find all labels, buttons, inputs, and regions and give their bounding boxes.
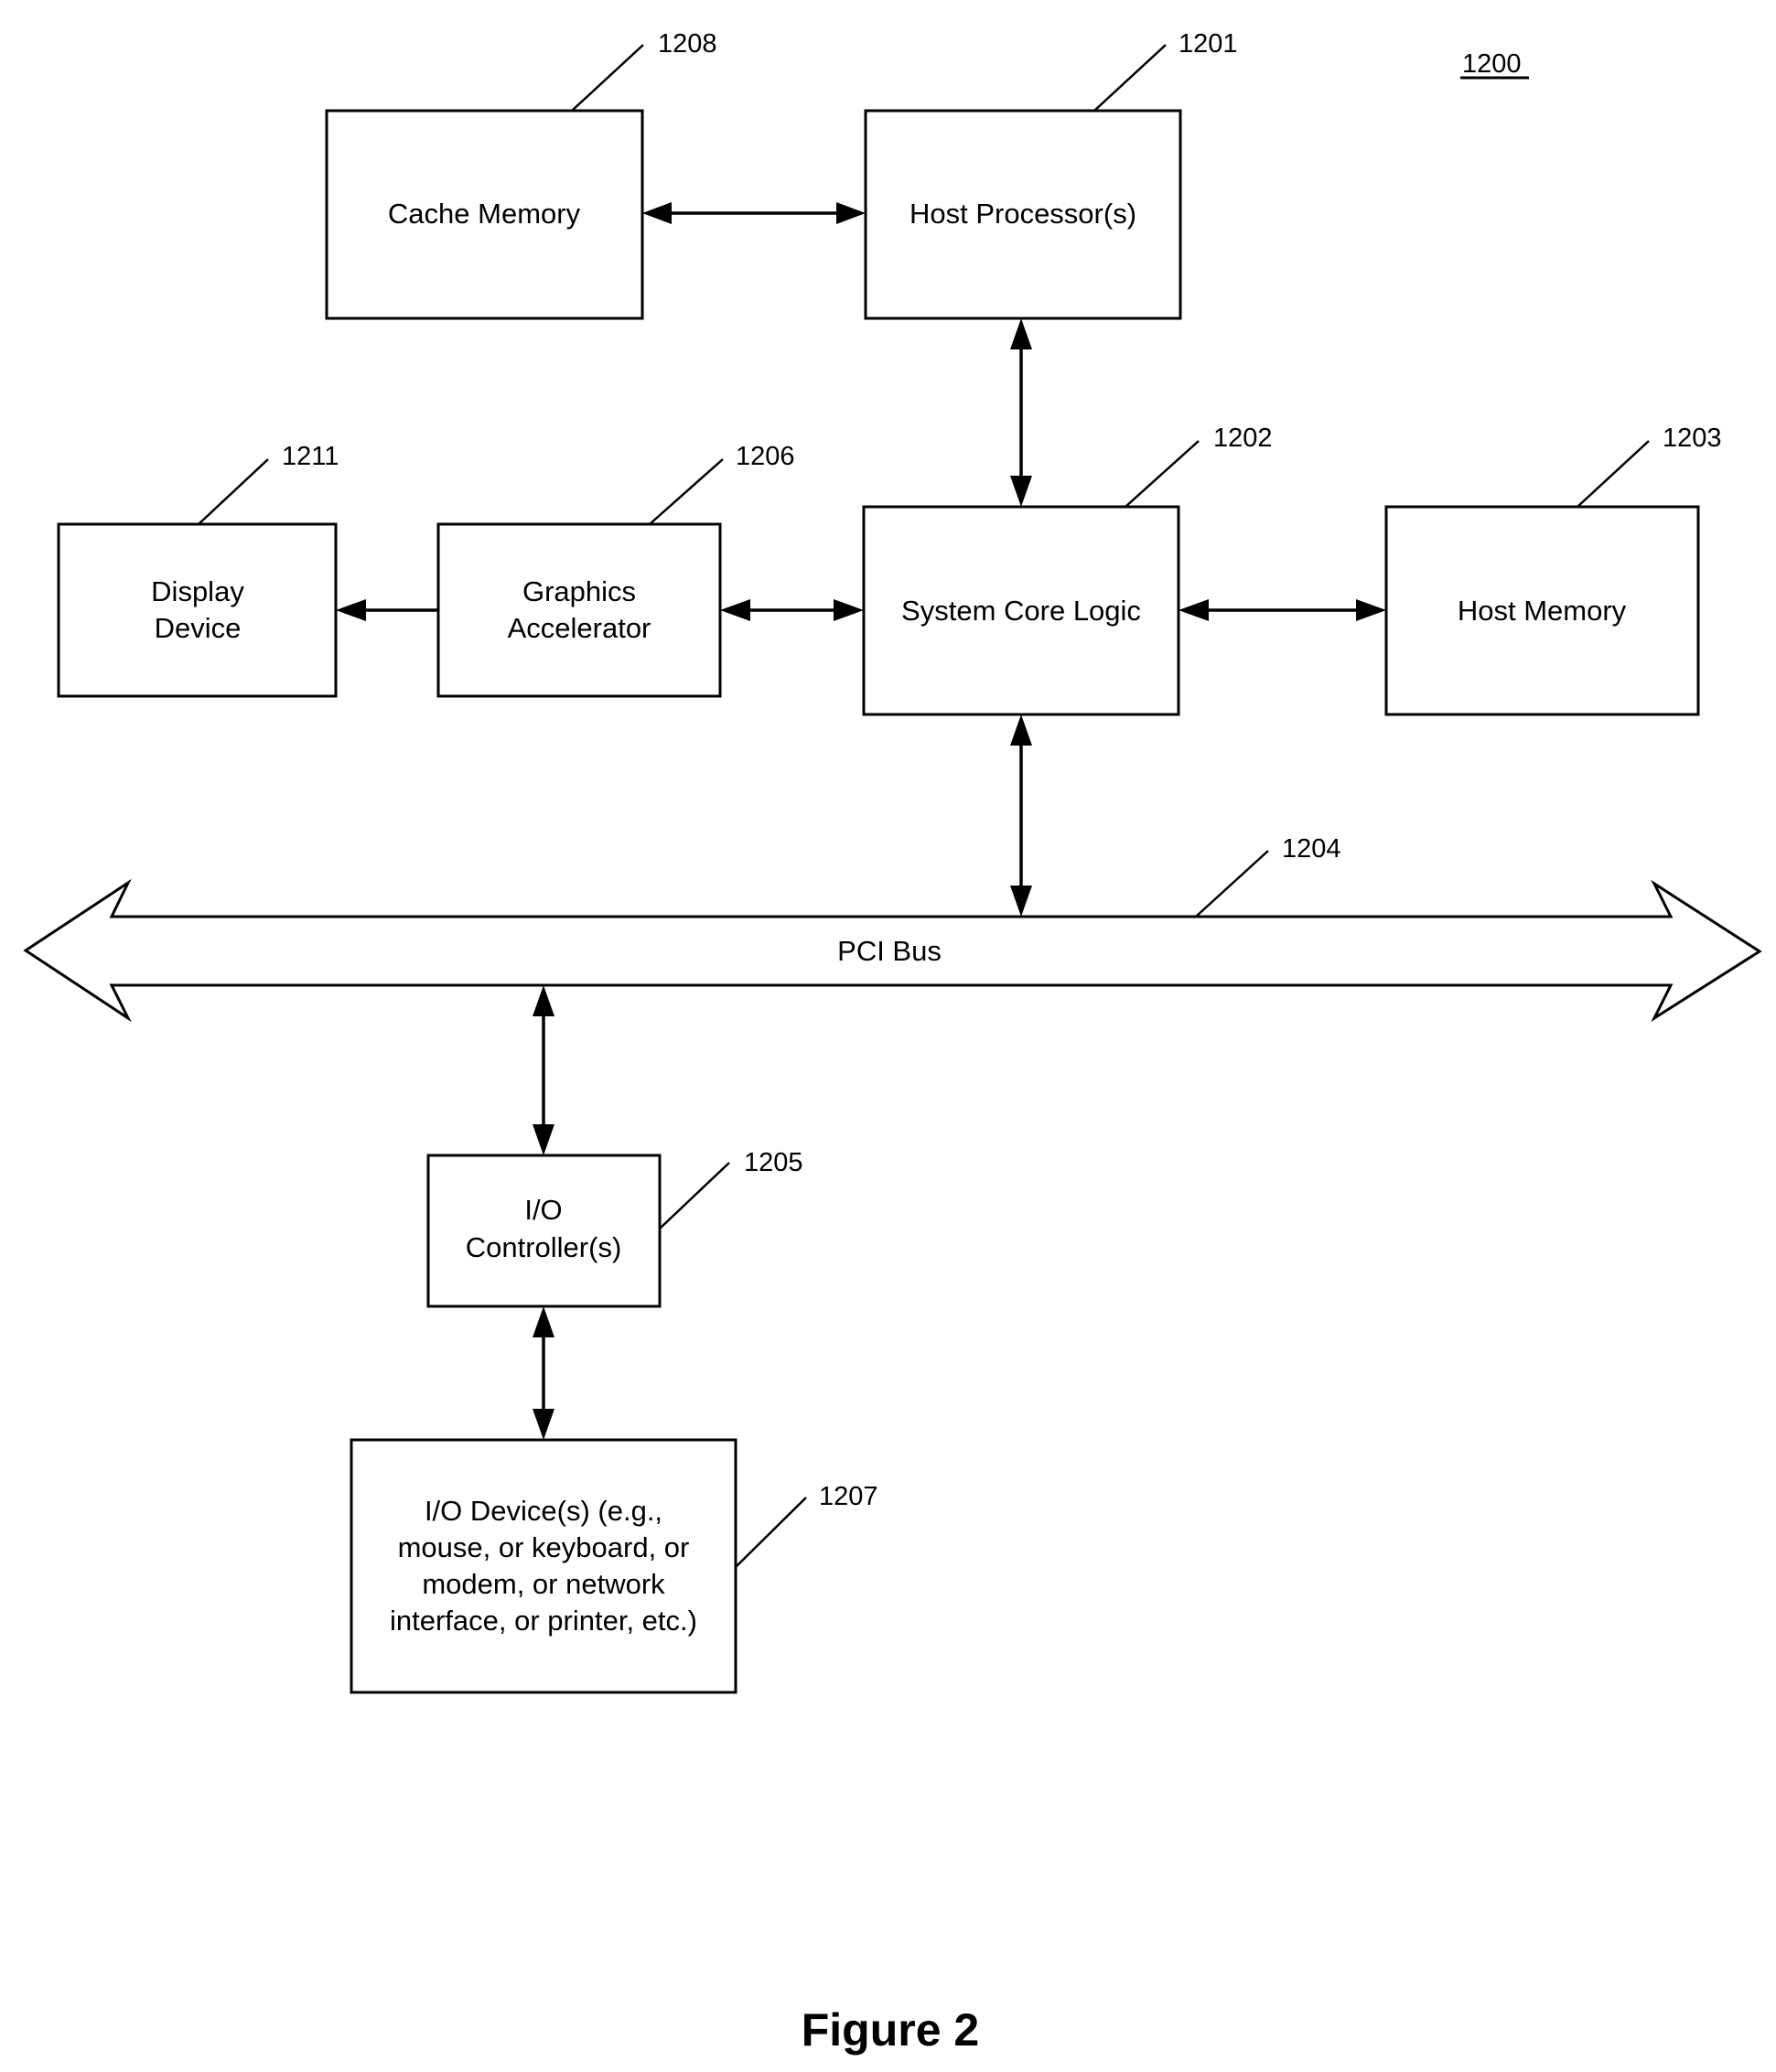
cache-memory-ref: 1208 bbox=[658, 29, 717, 59]
connector-cache-host bbox=[642, 202, 866, 224]
io-controller-ref-leader bbox=[659, 1162, 730, 1229]
io-device-box bbox=[350, 1438, 737, 1694]
pci-bus: PCI Bus 1204 bbox=[23, 834, 1762, 1023]
display-device-box bbox=[57, 522, 338, 698]
host-memory-ref-leader bbox=[1577, 440, 1650, 508]
arrowhead-up-icon bbox=[1010, 318, 1032, 349]
pci-bus-ref: 1204 bbox=[1282, 834, 1341, 864]
display-device-ref: 1211 bbox=[282, 442, 339, 471]
display-device-label-line-2: Device bbox=[155, 612, 242, 644]
graphics-accelerator-box bbox=[436, 522, 722, 698]
cache-memory-ref-leader bbox=[571, 44, 644, 112]
connector-graphics-display bbox=[336, 599, 438, 621]
system-core-logic-ref-leader bbox=[1125, 440, 1200, 508]
host-memory-label: Host Memory bbox=[1458, 595, 1627, 627]
display-device-ref-leader bbox=[198, 458, 269, 525]
display-device-label-line-1: Display bbox=[151, 575, 244, 607]
host-memory-ref: 1203 bbox=[1663, 424, 1722, 453]
io-device-ref-leader bbox=[735, 1497, 807, 1568]
cache-memory-label: Cache Memory bbox=[388, 198, 581, 230]
system-core-logic-label: System Core Logic bbox=[901, 595, 1141, 627]
graphics-accelerator-label-line-2: Accelerator bbox=[508, 612, 651, 644]
arrowhead-up-icon bbox=[533, 985, 554, 1016]
host-processor-ref: 1201 bbox=[1179, 29, 1238, 59]
block-diagram: 1200 PCI Bus 1204 Cache Memory 1208 Host… bbox=[23, 29, 1762, 2056]
arrowhead-right-icon bbox=[834, 599, 864, 621]
host-processor-ref-leader bbox=[1093, 44, 1167, 112]
arrowhead-left-icon bbox=[720, 599, 750, 621]
cache-memory-block: Cache Memory 1208 bbox=[325, 29, 717, 320]
io-device-label-line-3: modem, or network bbox=[422, 1568, 665, 1600]
arrowhead-up-icon bbox=[1010, 714, 1032, 746]
graphics-accelerator-block: Graphics Accelerator 1206 bbox=[436, 442, 795, 698]
figure-caption: Figure 2 bbox=[802, 2004, 979, 2056]
graphics-accelerator-ref-leader bbox=[649, 458, 724, 525]
arrowhead-down-icon bbox=[1010, 886, 1032, 917]
arrowhead-right-icon bbox=[836, 202, 866, 224]
host-processor-block: Host Processor(s) 1201 bbox=[864, 29, 1238, 320]
connector-graphics-scl bbox=[720, 599, 864, 621]
graphics-accelerator-label-line-1: Graphics bbox=[522, 575, 636, 607]
arrowhead-left-icon bbox=[336, 599, 366, 621]
arrowhead-down-icon bbox=[533, 1409, 554, 1440]
system-core-logic-block: System Core Logic 1202 bbox=[862, 424, 1273, 716]
graphics-accelerator-ref: 1206 bbox=[736, 442, 795, 471]
connector-bus-ioctrl bbox=[533, 985, 554, 1155]
io-device-label-line-4: interface, or printer, etc.) bbox=[390, 1605, 697, 1637]
io-controller-label-line-1: I/O bbox=[524, 1194, 562, 1226]
io-device-label-line-1: I/O Device(s) (e.g., bbox=[425, 1495, 662, 1527]
host-memory-block: Host Memory 1203 bbox=[1384, 424, 1722, 716]
arrowhead-left-icon bbox=[1179, 599, 1209, 621]
io-device-label-line-2: mouse, or keyboard, or bbox=[398, 1531, 690, 1563]
connector-ioctrl-iodev bbox=[533, 1306, 554, 1440]
arrowhead-down-icon bbox=[533, 1124, 554, 1155]
io-controller-block: I/O Controller(s) 1205 bbox=[426, 1148, 803, 1308]
io-device-ref: 1207 bbox=[819, 1482, 878, 1511]
io-device-block: I/O Device(s) (e.g., mouse, or keyboard,… bbox=[350, 1438, 878, 1694]
arrowhead-right-icon bbox=[1356, 599, 1386, 621]
io-controller-label-line-2: Controller(s) bbox=[466, 1231, 622, 1263]
io-controller-ref: 1205 bbox=[744, 1148, 803, 1177]
arrowhead-down-icon bbox=[1010, 476, 1032, 507]
connector-scl-bus bbox=[1010, 714, 1032, 917]
arrowhead-up-icon bbox=[533, 1306, 554, 1337]
connector-scl-hostmem bbox=[1179, 599, 1386, 621]
figure-number: 1200 bbox=[1460, 49, 1529, 80]
arrowhead-left-icon bbox=[642, 202, 672, 224]
connector-host-scl bbox=[1010, 318, 1032, 507]
figure-number-text: 1200 bbox=[1462, 49, 1522, 79]
host-processor-label: Host Processor(s) bbox=[910, 198, 1136, 230]
display-device-block: Display Device 1211 bbox=[57, 442, 339, 698]
system-core-logic-ref: 1202 bbox=[1213, 424, 1273, 453]
pci-bus-ref-leader bbox=[1195, 850, 1269, 918]
pci-bus-label: PCI Bus bbox=[837, 935, 942, 967]
